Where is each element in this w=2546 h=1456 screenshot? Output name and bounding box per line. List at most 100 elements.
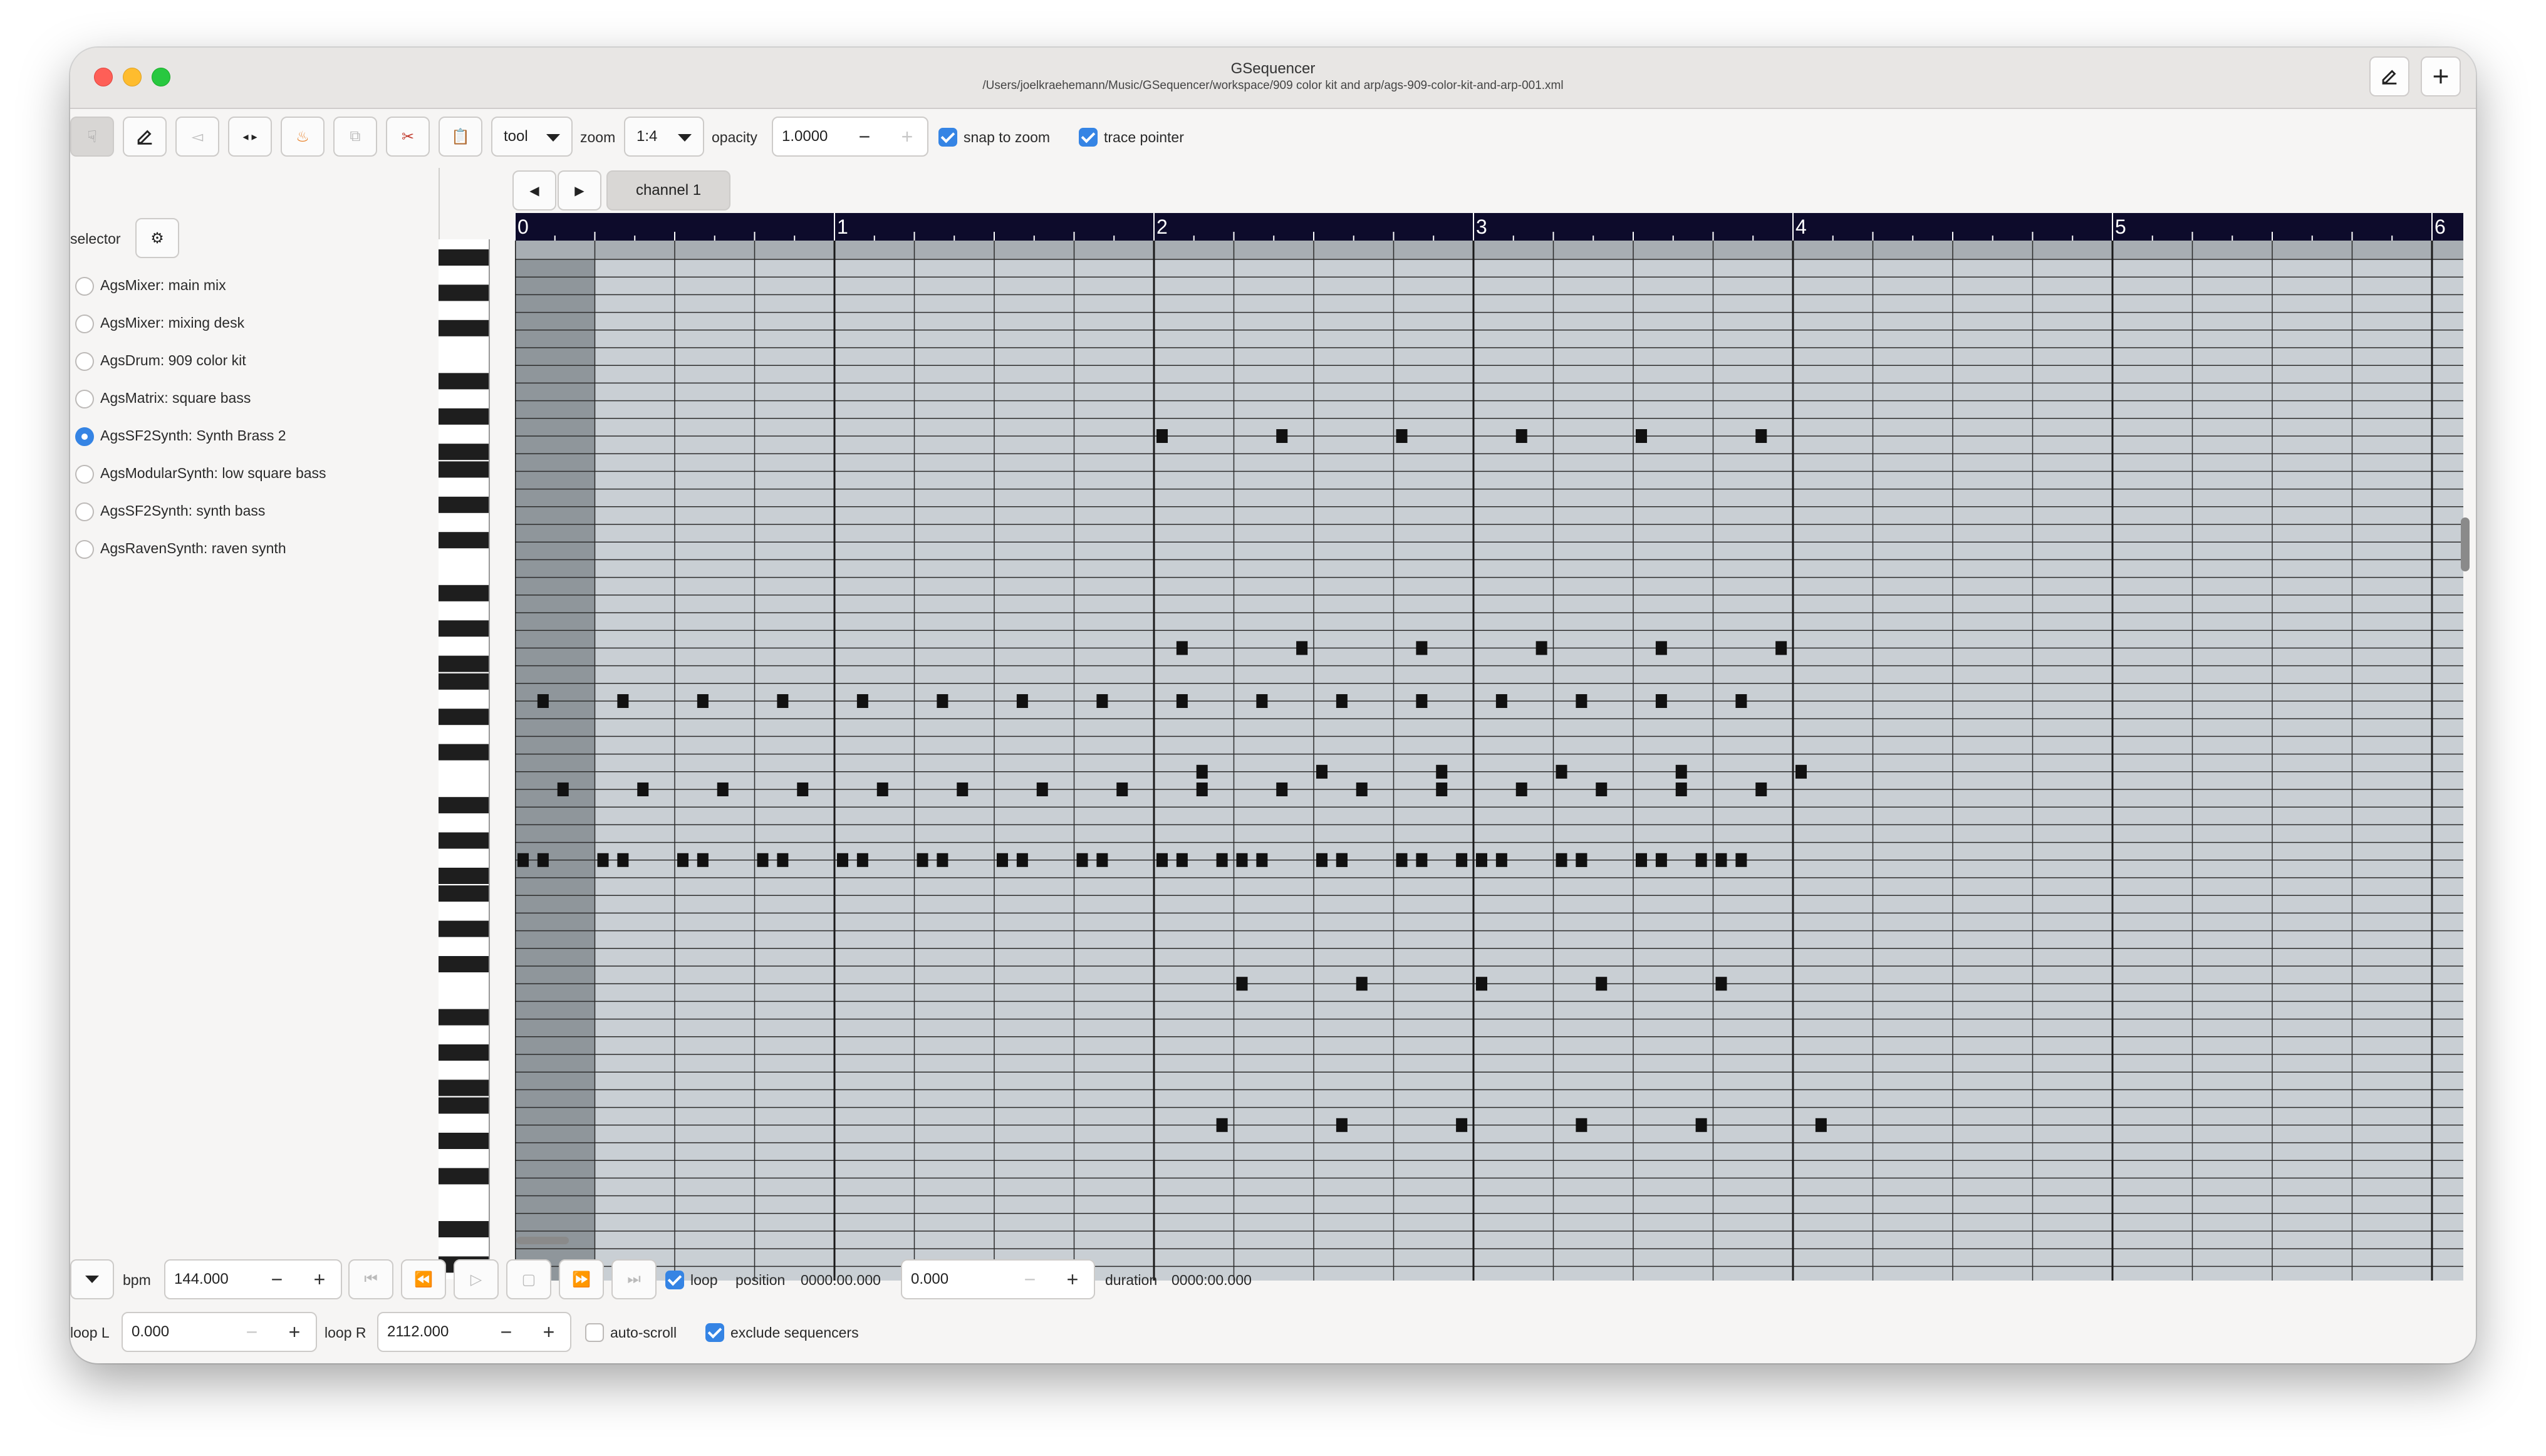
skip-forward-icon: ⏭ xyxy=(627,1271,641,1287)
exclude-sequencers-checkbox[interactable] xyxy=(705,1323,724,1342)
opacity-increment-button[interactable]: + xyxy=(886,118,928,155)
edit-button[interactable] xyxy=(2369,56,2409,96)
selector-radio[interactable] xyxy=(75,465,94,484)
black-key xyxy=(439,496,489,513)
loop-l-increment-button[interactable]: + xyxy=(273,1313,316,1351)
notation-grid[interactable]: 0 1 2 3 4 5 6 xyxy=(515,213,2463,1281)
black-key xyxy=(439,832,489,849)
bpm-spinbutton[interactable]: 144.000 − + xyxy=(164,1259,342,1299)
play-button[interactable]: ▷ xyxy=(454,1259,499,1299)
note xyxy=(1596,977,1608,991)
position-spinbutton[interactable]: 0.000 − + xyxy=(901,1259,1095,1299)
stop-button[interactable]: ▢ xyxy=(506,1259,551,1299)
paste-button[interactable]: 📋 xyxy=(439,117,482,157)
tool-menu[interactable]: tool xyxy=(491,117,573,157)
edit-notes-button[interactable] xyxy=(123,117,167,157)
fast-forward-icon: ⏩ xyxy=(572,1271,591,1288)
vertical-scrollbar[interactable] xyxy=(2461,517,2470,571)
note xyxy=(1675,783,1687,796)
black-key xyxy=(439,1168,489,1185)
note xyxy=(1456,853,1468,867)
black-key xyxy=(439,797,489,814)
selector-label: selector xyxy=(70,231,121,247)
selector-radio[interactable] xyxy=(75,502,94,521)
loop-r-increment-button[interactable]: + xyxy=(527,1313,570,1351)
select-button[interactable]: ◂ ▸ xyxy=(228,117,272,157)
horizontal-scrollbar[interactable] xyxy=(516,1237,569,1244)
note xyxy=(1276,429,1288,443)
selector-radio[interactable] xyxy=(75,277,94,296)
clear-button[interactable]: ◅ xyxy=(175,117,219,157)
tool-menu-label: tool xyxy=(504,128,528,145)
piano-keyboard[interactable] xyxy=(439,239,490,1279)
selector-radio[interactable] xyxy=(75,315,94,333)
black-key xyxy=(439,249,489,266)
selector-item[interactable]: AgsRavenSynth: raven synth xyxy=(70,534,434,565)
tab-channel-1[interactable]: channel 1 xyxy=(606,170,730,211)
loop-checkbox[interactable] xyxy=(665,1271,684,1289)
zoom-combo[interactable]: 1:4 xyxy=(624,117,704,157)
cut-button[interactable]: ✂ xyxy=(386,117,430,157)
selector-item[interactable]: AgsMatrix: square bass xyxy=(70,383,434,415)
note xyxy=(1495,694,1507,708)
black-key xyxy=(439,408,489,425)
selector-item[interactable]: AgsModularSynth: low square bass xyxy=(70,459,434,490)
loop-l-value: 0.000 xyxy=(132,1323,170,1340)
note xyxy=(1336,853,1348,867)
forward-to-end-button[interactable]: ⏭ xyxy=(611,1259,657,1299)
note xyxy=(1596,783,1608,796)
black-key xyxy=(439,585,489,601)
selector-radio[interactable] xyxy=(75,352,94,371)
snap-to-zoom-checkbox[interactable] xyxy=(938,128,957,147)
bpm-decrement-button[interactable]: − xyxy=(256,1261,298,1298)
selector-menu-button[interactable]: ⚙ xyxy=(135,218,179,258)
ruler-label: 1 xyxy=(837,216,848,238)
opacity-decrement-button[interactable]: − xyxy=(843,118,886,155)
selector-radio[interactable] xyxy=(75,427,94,446)
selector-item[interactable]: AgsMixer: main mix xyxy=(70,271,434,302)
note xyxy=(1096,853,1108,867)
note-grid-canvas[interactable] xyxy=(515,213,2463,1281)
selector-item-label: AgsSF2Synth: synth bass xyxy=(100,502,266,519)
loop-r-spinbutton[interactable]: 2112.000 − + xyxy=(377,1312,571,1352)
timeline-ruler[interactable]: 0 1 2 3 4 5 6 xyxy=(515,213,2463,241)
rewind-to-start-button[interactable]: ⏮ xyxy=(348,1259,393,1299)
tab-prev-button[interactable]: ◀ xyxy=(512,170,556,211)
note xyxy=(557,783,569,796)
bpm-increment-button[interactable]: + xyxy=(298,1261,341,1298)
invert-button[interactable]: ♨ xyxy=(281,117,325,157)
opacity-spinbutton[interactable]: 1.0000 − + xyxy=(772,117,928,157)
rewind-button[interactable]: ⏪ xyxy=(401,1259,446,1299)
selector-radio[interactable] xyxy=(75,390,94,408)
loop-r-decrement-button[interactable]: − xyxy=(485,1313,527,1351)
exclude-sequencers-label: exclude sequencers xyxy=(730,1324,859,1341)
position-cursor-button[interactable]: ☟ xyxy=(70,117,114,157)
piano-keys[interactable] xyxy=(439,239,489,1279)
note xyxy=(1236,977,1248,991)
position-increment-button[interactable]: + xyxy=(1051,1261,1094,1298)
note xyxy=(1515,783,1527,796)
add-button[interactable] xyxy=(2421,56,2461,96)
selector-item[interactable]: AgsMixer: mixing desk xyxy=(70,308,434,340)
selector-item-label: AgsModularSynth: low square bass xyxy=(100,465,326,481)
selector-item[interactable]: AgsSF2Synth: synth bass xyxy=(70,496,434,528)
position-decrement-button[interactable]: − xyxy=(1009,1261,1051,1298)
copy-button[interactable]: ⧉ xyxy=(333,117,377,157)
loop-label: loop xyxy=(690,1272,718,1288)
navigation-expand-button[interactable] xyxy=(70,1259,114,1299)
note xyxy=(757,853,769,867)
selector-item[interactable]: AgsDrum: 909 color kit xyxy=(70,346,434,377)
loop-l-spinbutton[interactable]: 0.000 − + xyxy=(122,1312,317,1352)
selector-item[interactable]: AgsSF2Synth: Synth Brass 2 xyxy=(70,421,434,452)
loop-l-decrement-button[interactable]: − xyxy=(231,1313,273,1351)
black-key xyxy=(439,1009,489,1026)
auto-scroll-checkbox[interactable] xyxy=(585,1323,604,1342)
note xyxy=(1256,853,1268,867)
note xyxy=(1036,783,1048,796)
trace-pointer-checkbox[interactable] xyxy=(1079,128,1098,147)
selector-radio[interactable] xyxy=(75,540,94,559)
tab-next-button[interactable]: ▶ xyxy=(558,170,601,211)
app-window: GSequencer /Users/joelkraehemann/Music/G… xyxy=(70,48,2476,1363)
note xyxy=(1556,853,1567,867)
forward-button[interactable]: ⏩ xyxy=(559,1259,604,1299)
